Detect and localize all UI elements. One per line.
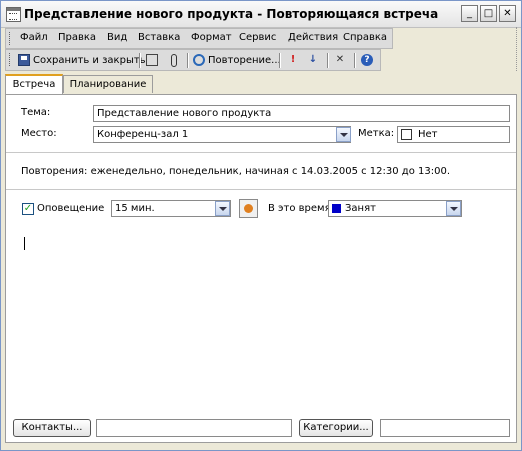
- recurrence-label: Повторение...: [208, 54, 281, 66]
- menu-tools[interactable]: Сервис: [239, 32, 276, 43]
- reminder-checkbox[interactable]: ✓: [22, 203, 34, 215]
- print-button[interactable]: [146, 52, 158, 68]
- location-field[interactable]: Конференц-зал 1: [93, 126, 351, 143]
- low-importance-button[interactable]: ↓: [307, 52, 319, 68]
- tab-scheduling[interactable]: Планирование: [63, 75, 153, 93]
- calendar-icon: [6, 7, 21, 22]
- recurrence-button[interactable]: Повторение...: [193, 52, 281, 68]
- show-as-dropdown-button[interactable]: [446, 201, 461, 216]
- title-bar[interactable]: Представление нового продукта - Повторяю…: [1, 1, 521, 28]
- label-color-swatch: [401, 129, 412, 140]
- menu-bar: Файл Правка Вид Вставка Формат Сервис Де…: [5, 28, 393, 49]
- divider: [6, 152, 516, 153]
- mark-field[interactable]: Нет: [397, 126, 510, 143]
- attach-button[interactable]: [168, 52, 180, 68]
- categories-button[interactable]: Категории...: [299, 419, 373, 437]
- appointment-window: Представление нового продукта - Повторяю…: [0, 0, 522, 451]
- minimize-button[interactable]: _: [461, 5, 478, 22]
- exclamation-icon: !: [290, 54, 296, 65]
- menu-file[interactable]: Файл: [20, 32, 48, 43]
- toolbar-separator: [327, 53, 329, 68]
- save-close-button[interactable]: Сохранить и закрыть: [18, 52, 146, 68]
- menu-insert[interactable]: Вставка: [138, 32, 180, 43]
- high-importance-button[interactable]: !: [287, 52, 299, 68]
- arrow-down-icon: ↓: [308, 54, 318, 65]
- show-as-label: В это время:: [268, 203, 334, 214]
- location-dropdown-button[interactable]: [336, 127, 351, 142]
- subject-field[interactable]: Представление нового продукта: [93, 105, 510, 122]
- help-button[interactable]: ?: [361, 52, 373, 68]
- menu-grip[interactable]: [9, 32, 13, 45]
- toolbar-separator: [354, 53, 356, 68]
- recurrence-summary: Повторения: еженедельно, понедельник, на…: [21, 166, 451, 177]
- close-button[interactable]: ✕: [499, 5, 516, 22]
- paperclip-icon: [168, 54, 180, 67]
- printer-icon: [146, 54, 158, 66]
- recurrence-icon: [193, 54, 205, 66]
- reminder-sound-button[interactable]: [239, 199, 258, 218]
- contacts-field[interactable]: [96, 419, 292, 437]
- mark-label: Метка:: [358, 128, 395, 139]
- menu-edit[interactable]: Правка: [58, 32, 96, 43]
- reminder-time-field[interactable]: 15 мин.: [111, 200, 231, 217]
- help-icon: ?: [361, 54, 373, 66]
- reminder-label: Оповещение: [37, 203, 105, 214]
- notes-area[interactable]: [12, 227, 510, 412]
- categories-field[interactable]: [380, 419, 510, 437]
- contacts-button[interactable]: Контакты...: [13, 419, 91, 437]
- reminder-dropdown-button[interactable]: [215, 201, 230, 216]
- menu-format[interactable]: Формат: [191, 32, 232, 43]
- delete-button[interactable]: ✕: [334, 52, 346, 68]
- show-as-value: Занят: [345, 203, 376, 214]
- toolbar-separator: [187, 53, 189, 68]
- subject-label: Тема:: [21, 107, 51, 118]
- location-label: Место:: [21, 128, 57, 139]
- tab-appointment[interactable]: Встреча: [5, 74, 63, 94]
- standard-toolbar: Сохранить и закрыть Повторение... ! ↓ ✕ …: [5, 49, 381, 71]
- menu-help[interactable]: Справка: [343, 32, 387, 43]
- appointment-panel: Тема: Представление нового продукта Мест…: [5, 94, 517, 443]
- busy-color-swatch: [332, 203, 341, 213]
- show-as-field[interactable]: Занят: [328, 200, 462, 217]
- window-title: Представление нового продукта - Повторяю…: [24, 7, 439, 21]
- menu-view[interactable]: Вид: [107, 32, 127, 43]
- mark-value: Нет: [418, 129, 438, 140]
- toolbar-separator: [139, 53, 141, 68]
- save-close-label: Сохранить и закрыть: [33, 54, 146, 66]
- maximize-button[interactable]: □: [480, 5, 497, 22]
- menu-actions[interactable]: Действия: [288, 32, 338, 43]
- divider: [6, 189, 516, 190]
- toolbar-overflow-grip: [512, 27, 517, 71]
- toolbar-separator: [279, 53, 281, 68]
- delete-x-icon: ✕: [335, 54, 345, 65]
- save-icon: [18, 54, 30, 66]
- toolbar-grip[interactable]: [9, 53, 13, 66]
